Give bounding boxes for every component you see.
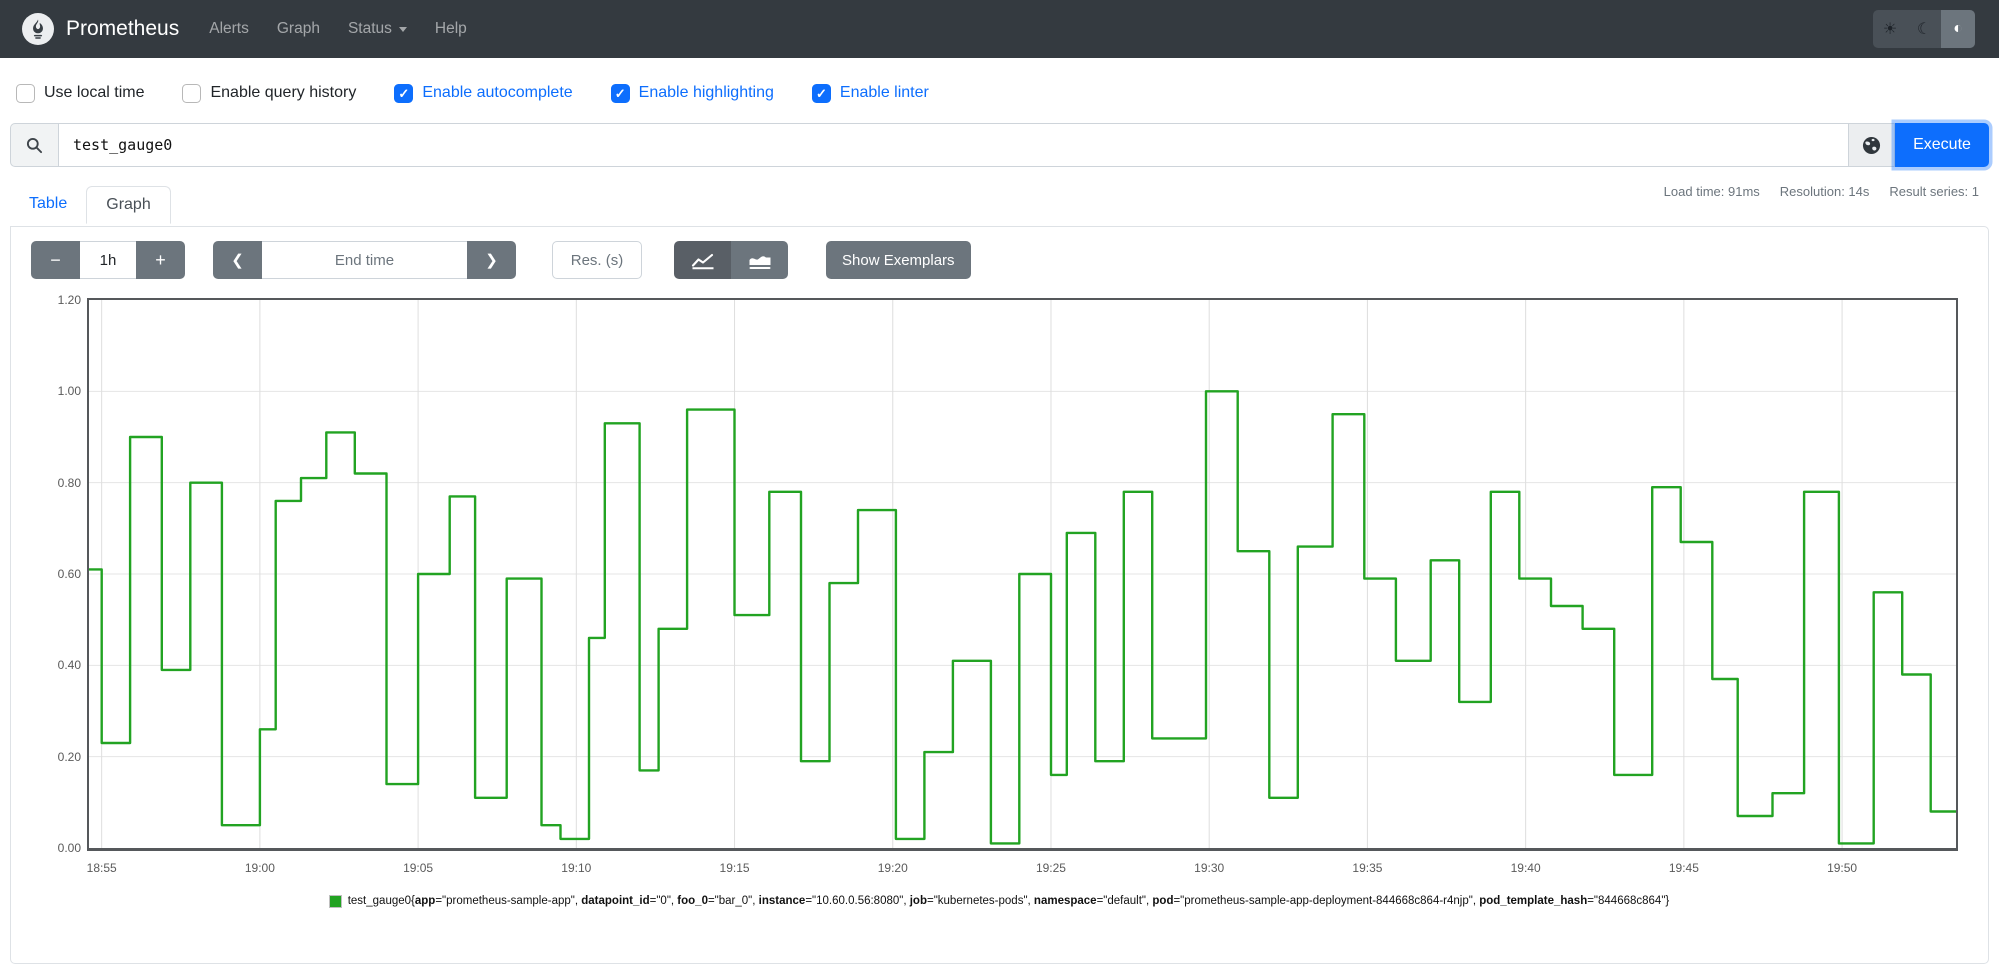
search-icon <box>10 123 58 167</box>
prometheus-brand[interactable]: Prometheus <box>22 13 179 45</box>
series-line <box>89 390 1956 845</box>
stat-resolution: Resolution: 14s <box>1779 184 1870 199</box>
option-enable-autocomplete[interactable]: Enable autocomplete <box>394 83 573 103</box>
nav-item-status-dropdown[interactable]: Status <box>348 20 407 38</box>
navbar: Prometheus Alerts Graph Status Help ☀ ☾ … <box>0 0 1999 58</box>
x-tick-label: 19:45 <box>1668 861 1699 875</box>
x-tick-label: 19:50 <box>1827 861 1858 875</box>
x-tick-label: 19:25 <box>1035 861 1066 875</box>
chart-svg <box>89 300 1956 848</box>
y-tick-label: 1.00 <box>57 384 81 399</box>
light-theme-icon[interactable]: ☀ <box>1873 10 1907 48</box>
series-legend: test_gauge0{app="prometheus-sample-app",… <box>11 894 1988 908</box>
y-tick-label: 0.20 <box>57 749 81 764</box>
nav-item-alerts[interactable]: Alerts <box>209 20 249 38</box>
tab-table[interactable]: Table <box>10 186 86 223</box>
checkbox-enable-highlighting[interactable] <box>610 83 630 103</box>
checkbox-enable-query-history[interactable] <box>182 83 202 103</box>
query-bar: Execute <box>10 123 1989 167</box>
x-tick-label: 19:30 <box>1194 861 1225 875</box>
x-tick-label: 19:20 <box>877 861 908 875</box>
checkbox-use-local-time[interactable] <box>16 83 35 103</box>
option-enable-highlighting[interactable]: Enable highlighting <box>610 83 774 103</box>
x-tick-label: 19:40 <box>1510 861 1541 875</box>
graph-panel: − 1h + ❮ End time ❯ Show Exemplars 0.000… <box>10 226 1989 964</box>
y-axis-labels: 0.00 0.20 0.40 0.60 0.80 1.00 1.20 <box>11 227 81 927</box>
nav-item-help[interactable]: Help <box>435 20 467 38</box>
theme-toggle-group: ☀ ☾ ◐ <box>1873 10 1975 48</box>
x-tick-label: 18:55 <box>86 861 117 875</box>
stat-load-time: Load time: 91ms <box>1663 184 1760 199</box>
query-options-row: Use local time Enable query history Enab… <box>16 74 929 112</box>
metrics-explorer-globe-icon[interactable] <box>1849 123 1895 167</box>
auto-theme-icon[interactable]: ◐ <box>1941 10 1975 48</box>
option-enable-linter[interactable]: Enable linter <box>811 83 929 103</box>
x-tick-label: 19:15 <box>719 861 750 875</box>
series-color-swatch[interactable] <box>328 894 342 908</box>
y-tick-label: 0.80 <box>57 475 81 490</box>
y-tick-label: 0.60 <box>57 567 81 581</box>
y-tick-label: 1.20 <box>57 293 81 307</box>
query-stats: Load time: 91ms Resolution: 14s Result s… <box>1664 184 1979 199</box>
x-tick-label: 19:05 <box>403 861 434 875</box>
x-tick-label: 19:00 <box>244 861 275 875</box>
y-tick-label: 0.40 <box>57 658 81 673</box>
tab-graph[interactable]: Graph <box>86 186 171 224</box>
x-tick-label: 19:10 <box>561 861 592 875</box>
x-axis-labels: 18:55 19:00 19:05 19:10 19:15 19:20 19:25 19:30… <box>11 227 1988 875</box>
result-tabs: Table Graph <box>10 186 171 224</box>
nav-item-graph[interactable]: Graph <box>277 20 320 38</box>
x-tick-label: 19:35 <box>1352 861 1383 875</box>
query-expression-input[interactable] <box>58 123 1849 167</box>
execute-button[interactable]: Execute <box>1895 123 1989 167</box>
checkbox-enable-linter[interactable] <box>811 83 831 103</box>
brand-name: Prometheus <box>66 17 180 40</box>
chevron-down-icon <box>398 26 407 32</box>
option-use-local-time[interactable]: Use local time <box>16 83 144 103</box>
prometheus-flame-icon <box>22 13 54 45</box>
plot-area[interactable] <box>87 298 1958 851</box>
checkbox-enable-autocomplete[interactable] <box>394 83 414 103</box>
y-tick-label: 0.00 <box>57 841 81 855</box>
stat-result-series: Result series: 1 <box>1889 184 1979 199</box>
option-enable-query-history[interactable]: Enable query history <box>182 83 356 103</box>
series-label[interactable]: test_gauge0{app="prometheus-sample-app",… <box>348 895 1670 907</box>
dark-theme-icon[interactable]: ☾ <box>1907 10 1941 48</box>
